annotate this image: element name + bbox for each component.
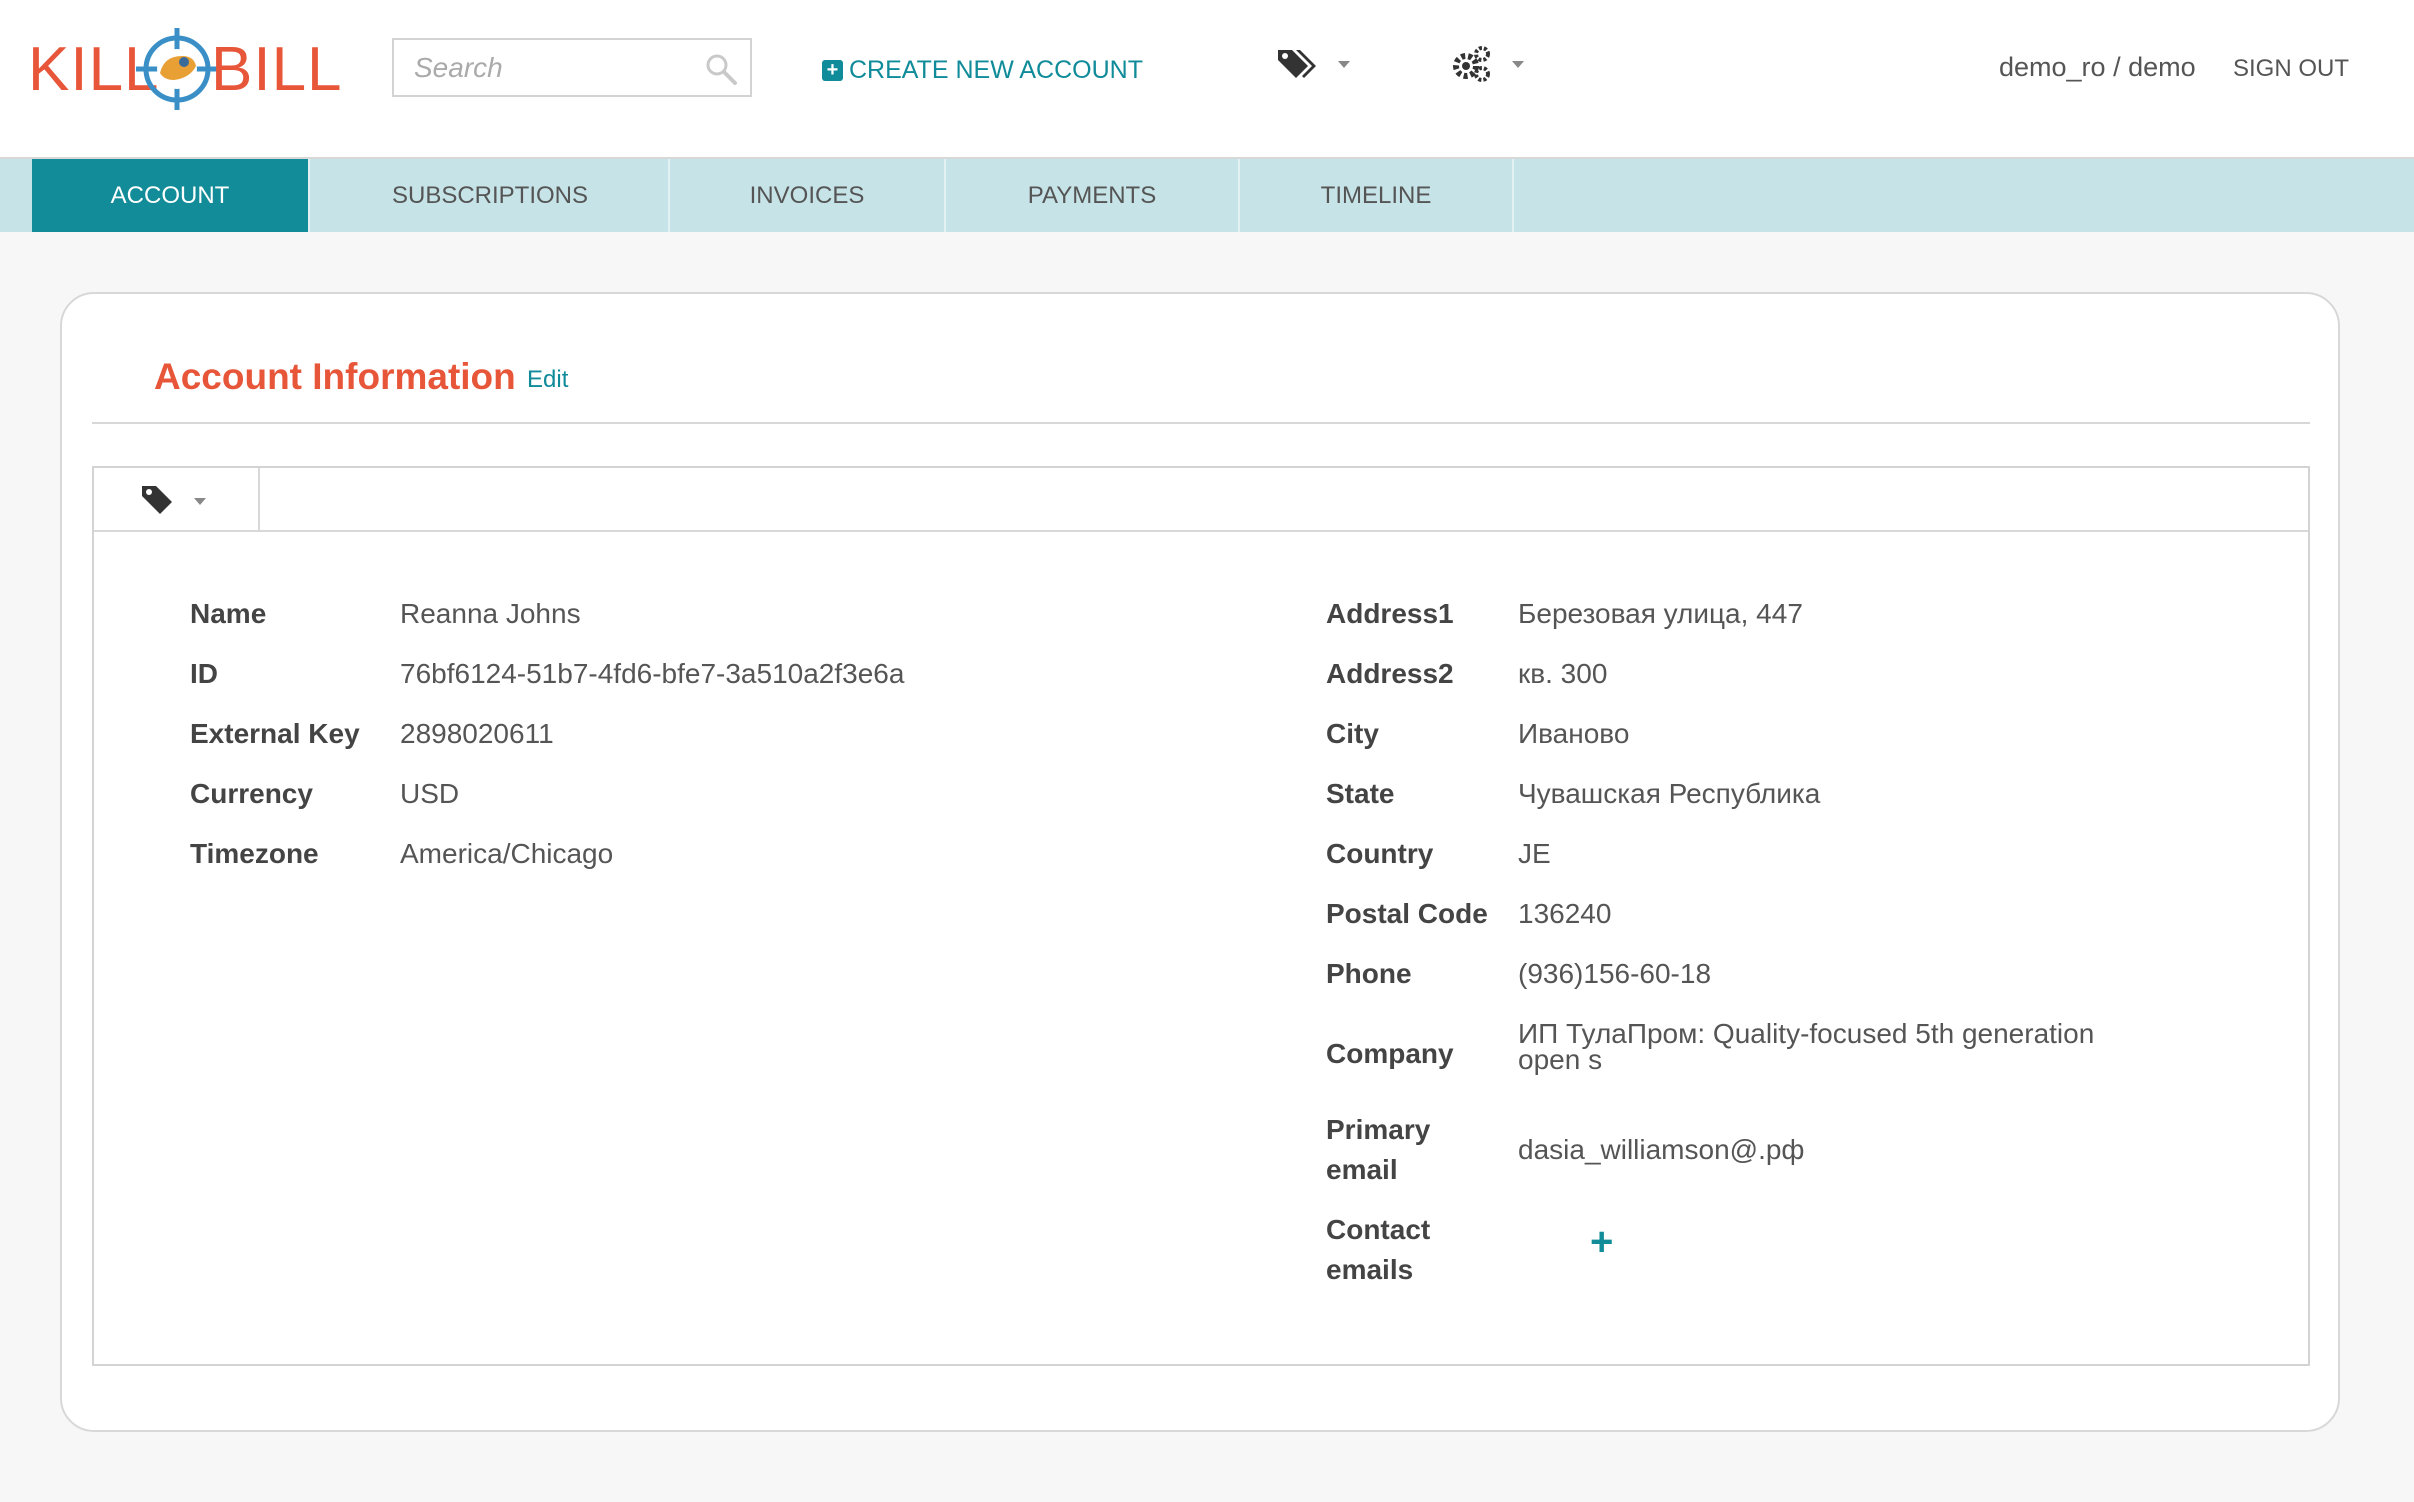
id-value: 76bf6124-51b7-4fd6-bfe7-3a510a2f3e6a: [400, 658, 905, 689]
tab-account-label: ACCOUNT: [110, 181, 230, 209]
tags-menu-dropdown[interactable]: [1276, 44, 1356, 84]
killbill-logo[interactable]: KILL BILL: [28, 26, 342, 112]
primary-email-value: dasia_williamson@.рф: [1518, 1134, 1805, 1165]
sign-out-link[interactable]: SIGN OUT: [2233, 55, 2349, 83]
name-label: Name: [190, 598, 267, 629]
tags-icon: [1278, 50, 1350, 78]
search-input[interactable]: [394, 40, 694, 95]
account-nav-tabs: ACCOUNT SUBSCRIPTIONS INVOICES PAYMENTS …: [0, 159, 2414, 232]
company-value-line2: open s: [1518, 1044, 1603, 1075]
postal-code-label: Postal Code: [1326, 898, 1488, 929]
country-label: Country: [1326, 838, 1434, 869]
phone-label: Phone: [1326, 958, 1412, 989]
tab-payments-label: PAYMENTS: [1027, 181, 1157, 209]
tag-icon: [142, 486, 206, 514]
name-value: Reanna Johns: [400, 598, 581, 629]
address2-label: Address2: [1326, 658, 1454, 689]
account-tags-dropdown[interactable]: [94, 468, 260, 530]
city-value: Иваново: [1518, 718, 1630, 749]
create-new-account-link[interactable]: + CREATE NEW ACCOUNT: [822, 52, 1143, 88]
logo-text-bill: BILL: [211, 35, 343, 104]
city-label: City: [1326, 718, 1379, 749]
plus-square-icon: +: [822, 59, 843, 81]
contact-emails-label-line2: emails: [1326, 1254, 1414, 1285]
create-new-account-label: CREATE NEW ACCOUNT: [849, 55, 1143, 84]
tab-timeline[interactable]: TIMELINE: [1240, 159, 1514, 232]
tab-invoices[interactable]: INVOICES: [670, 159, 946, 232]
top-header: KILL BILL + CREATE NEW ACCOUNT: [0, 0, 2414, 159]
timezone-label: Timezone: [190, 838, 319, 869]
timezone-value: America/Chicago: [400, 838, 614, 869]
search-box: [392, 38, 752, 97]
state-value: Чувашская Республика: [1518, 778, 1821, 809]
address1-value: Березовая улица, 447: [1518, 598, 1803, 629]
currency-label: Currency: [190, 778, 313, 809]
account-details-box: Name Reanna Johns ID 76bf6124-51b7-4fd6-…: [92, 466, 2310, 1366]
tab-payments[interactable]: PAYMENTS: [946, 159, 1240, 232]
postal-code-value: 136240: [1518, 898, 1612, 929]
tab-timeline-label: TIMELINE: [1320, 181, 1432, 209]
add-contact-email-button[interactable]: +: [1590, 1222, 1613, 1262]
settings-menu-dropdown[interactable]: [1452, 42, 1532, 86]
details-toolbar: [94, 468, 2308, 532]
title-divider: [92, 422, 2310, 424]
address1-label: Address1: [1326, 598, 1454, 629]
logo-target-icon: [136, 28, 218, 110]
current-user-label: demo_ro / demo: [1999, 52, 2196, 82]
state-label: State: [1326, 778, 1395, 809]
tab-invoices-label: INVOICES: [749, 181, 865, 209]
gears-icon: [1453, 46, 1524, 82]
tab-subscriptions-label: SUBSCRIPTIONS: [391, 181, 589, 209]
contact-emails-label-line1: Contact: [1326, 1214, 1431, 1245]
country-value: JE: [1518, 838, 1551, 869]
tab-subscriptions[interactable]: SUBSCRIPTIONS: [312, 159, 670, 232]
edit-account-link[interactable]: Edit: [527, 366, 568, 394]
primary-email-label-line1: Primary: [1326, 1114, 1431, 1145]
external-key-label: External Key: [190, 718, 360, 749]
company-value-line1: ИП ТулаПром: Quality-focused 5th generat…: [1518, 1018, 2095, 1049]
panel-title: Account Information: [154, 356, 516, 397]
account-information-panel: Account Information Edit Name Reanna Joh…: [60, 292, 2340, 1432]
address2-value: кв. 300: [1518, 658, 1608, 689]
tab-account[interactable]: ACCOUNT: [32, 159, 310, 232]
phone-value: (936)156-60-18: [1518, 958, 1712, 989]
id-label: ID: [190, 658, 218, 689]
primary-email-label-line2: email: [1326, 1154, 1398, 1185]
company-label: Company: [1326, 1038, 1454, 1069]
currency-value: USD: [400, 778, 460, 809]
search-icon[interactable]: [704, 52, 738, 86]
external-key-value: 2898020611: [400, 718, 554, 749]
